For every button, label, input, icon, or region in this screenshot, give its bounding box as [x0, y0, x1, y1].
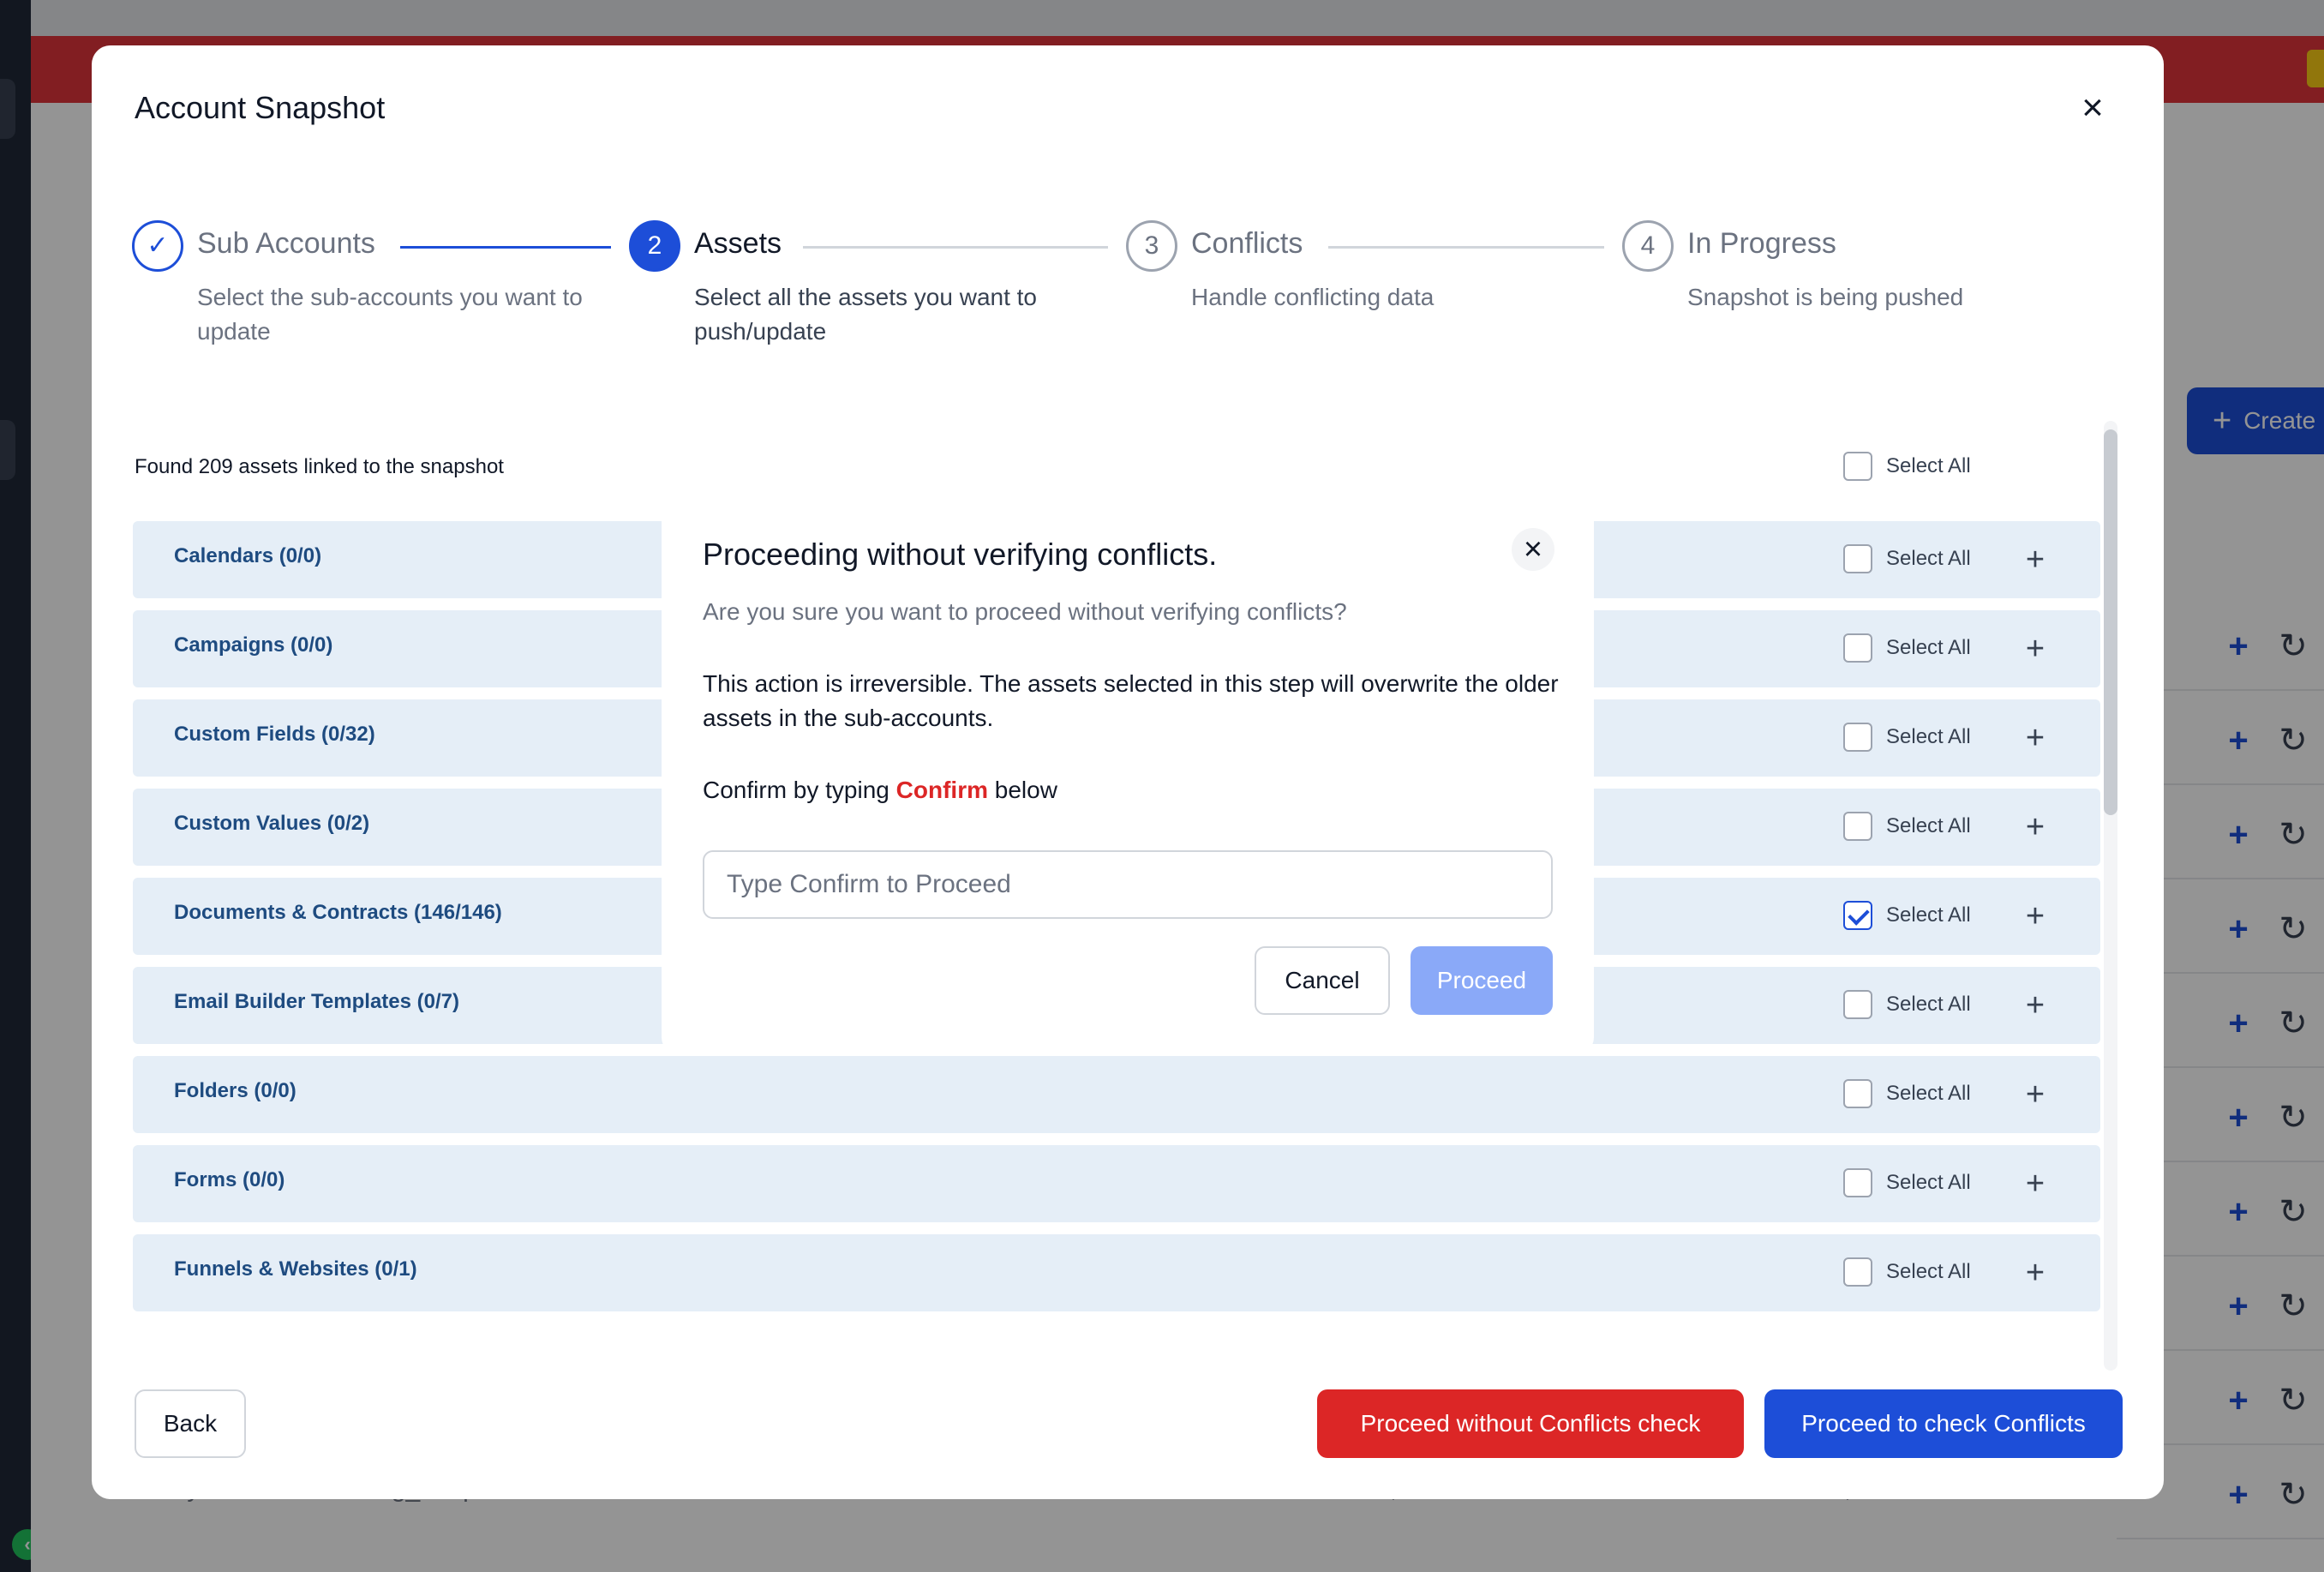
asset-category-name: Campaigns (0/0)	[174, 633, 333, 657]
expand-plus-icon[interactable]: +	[2018, 627, 2052, 670]
step-description: Select the sub-accounts you want to upda…	[197, 284, 583, 345]
expand-plus-icon[interactable]: +	[2018, 806, 2052, 849]
confirm-keyword: Confirm	[895, 777, 988, 803]
scrollbar-thumb[interactable]	[2104, 429, 2117, 815]
expand-plus-icon[interactable]: +	[2018, 1251, 2052, 1294]
category-select-all[interactable]: Select All	[1843, 1257, 1971, 1288]
select-all-label: Select All	[1886, 547, 1971, 570]
asset-category-name: Email Builder Templates (0/7)	[174, 990, 459, 1013]
instruction-prefix: Confirm by typing	[703, 777, 889, 803]
category-checkbox[interactable]	[1843, 1079, 1872, 1108]
category-select-all[interactable]: Select All	[1843, 990, 1971, 1021]
step-title: Sub Accounts	[197, 227, 375, 260]
close-icon[interactable]: ×	[1512, 528, 1554, 571]
select-all-checkbox[interactable]	[1843, 452, 1872, 481]
step-description: Handle conflicting data	[1191, 284, 1435, 310]
step-description: Select all the assets you want to push/u…	[694, 284, 1037, 345]
category-checkbox[interactable]	[1843, 544, 1872, 573]
close-icon[interactable]: ×	[2071, 87, 2114, 129]
step-number: 4	[1622, 220, 1674, 272]
assets-found-count: Found 209 assets linked to the snapshot	[135, 455, 504, 478]
select-all-assets[interactable]: Select All	[1843, 452, 1971, 483]
asset-category-row[interactable]: Forms (0/0) Select All +	[133, 1145, 2100, 1222]
modal-title: Account Snapshot	[135, 90, 386, 125]
step-title: Assets	[694, 227, 782, 260]
category-checkbox[interactable]	[1843, 1168, 1872, 1197]
step-connector	[1328, 246, 1604, 249]
step-title: Conflicts	[1191, 227, 1303, 260]
confirm-dialog: Proceeding without verifying conflicts. …	[662, 489, 1594, 1056]
check-icon: ✓	[132, 220, 183, 272]
asset-category-row[interactable]: Folders (0/0) Select All +	[133, 1056, 2100, 1133]
back-button[interactable]: Back	[135, 1389, 246, 1458]
expand-plus-icon[interactable]: +	[2018, 984, 2052, 1027]
select-all-label: Select All	[1886, 636, 1971, 659]
select-all-label: Select All	[1886, 814, 1971, 837]
expand-plus-icon[interactable]: +	[2018, 1162, 2052, 1205]
category-select-all[interactable]: Select All	[1843, 812, 1971, 843]
step-title: In Progress	[1687, 227, 1836, 260]
select-all-label: Select All	[1886, 903, 1971, 927]
step-connector	[400, 246, 611, 249]
select-all-label: Select All	[1886, 1260, 1971, 1283]
category-select-all[interactable]: Select All	[1843, 633, 1971, 664]
step-description: Snapshot is being pushed	[1687, 284, 1964, 310]
category-select-all[interactable]: Select All	[1843, 723, 1971, 753]
asset-category-name: Funnels & Websites (0/1)	[174, 1257, 417, 1281]
select-all-label: Select All	[1886, 1171, 1971, 1194]
confirm-instruction: Confirm by typing Confirm below	[703, 777, 1057, 804]
step-number: 2	[629, 220, 680, 272]
category-checkbox[interactable]	[1843, 1257, 1872, 1287]
dialog-title: Proceeding without verifying conflicts.	[703, 537, 1218, 572]
asset-category-row[interactable]: Funnels & Websites (0/1) Select All +	[133, 1234, 2100, 1311]
expand-plus-icon[interactable]: +	[2018, 538, 2052, 581]
instruction-suffix: below	[994, 777, 1057, 803]
category-checkbox[interactable]	[1843, 633, 1872, 663]
asset-category-name: Custom Fields (0/32)	[174, 723, 375, 746]
proceed-button[interactable]: Proceed	[1411, 946, 1553, 1015]
category-select-all[interactable]: Select All	[1843, 1168, 1971, 1199]
expand-plus-icon[interactable]: +	[2018, 717, 2052, 759]
category-checkbox[interactable]	[1843, 901, 1872, 930]
select-all-label: Select All	[1886, 725, 1971, 748]
category-checkbox[interactable]	[1843, 990, 1872, 1019]
dialog-warning: This action is irreversible. The assets …	[703, 670, 1559, 731]
cancel-button[interactable]: Cancel	[1255, 946, 1390, 1015]
proceed-to-check-conflicts-button[interactable]: Proceed to check Conflicts	[1764, 1389, 2123, 1458]
expand-plus-icon[interactable]: +	[2018, 1073, 2052, 1116]
asset-category-name: Documents & Contracts (146/146)	[174, 901, 502, 924]
proceed-without-conflicts-button[interactable]: Proceed without Conflicts check	[1317, 1389, 1744, 1458]
dialog-question: Are you sure you want to proceed without…	[703, 598, 1347, 625]
select-all-label: Select All	[1886, 454, 1971, 477]
list-scrollbar[interactable]	[2104, 421, 2117, 1371]
select-all-label: Select All	[1886, 1082, 1971, 1105]
step-connector	[803, 246, 1108, 249]
select-all-label: Select All	[1886, 993, 1971, 1016]
category-checkbox[interactable]	[1843, 723, 1872, 752]
step-number: 3	[1126, 220, 1177, 272]
asset-category-name: Calendars (0/0)	[174, 544, 322, 567]
confirm-input[interactable]	[703, 850, 1553, 919]
asset-category-name: Custom Values (0/2)	[174, 812, 370, 835]
category-checkbox[interactable]	[1843, 812, 1872, 841]
category-select-all[interactable]: Select All	[1843, 901, 1971, 932]
asset-category-name: Folders (0/0)	[174, 1079, 296, 1102]
category-select-all[interactable]: Select All	[1843, 544, 1971, 575]
asset-category-name: Forms (0/0)	[174, 1168, 285, 1191]
expand-plus-icon[interactable]: +	[2018, 895, 2052, 938]
category-select-all[interactable]: Select All	[1843, 1079, 1971, 1110]
